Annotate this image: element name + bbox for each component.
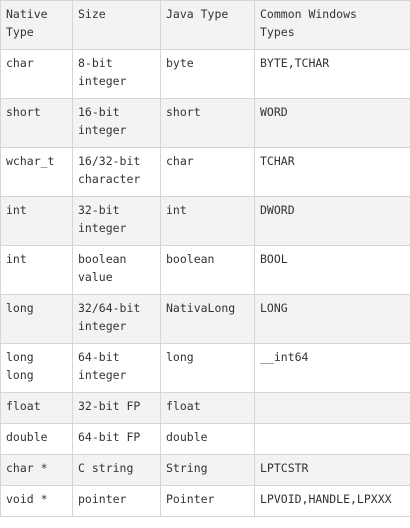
header-native-type: Native Type — [0, 0, 73, 50]
cell-size: 64-bit FP — [72, 423, 161, 455]
cell-native-type: void * — [0, 485, 73, 517]
cell-java-type: Pointer — [160, 485, 255, 517]
type-mapping-table: Native Type Size Java Type Common Windows… — [0, 0, 410, 517]
cell-size: 32-bit FP — [72, 392, 161, 424]
cell-windows-types: TCHAR — [254, 147, 410, 197]
cell-size: 16-bit integer — [72, 98, 161, 148]
cell-size: 64-bit integer — [72, 343, 161, 393]
cell-java-type: int — [160, 196, 255, 246]
cell-java-type: float — [160, 392, 255, 424]
header-size: Size — [72, 0, 161, 50]
table-row: float 32-bit FP float — [0, 392, 410, 424]
header-label: Java Type — [166, 7, 229, 21]
cell-windows-types: WORD — [254, 98, 410, 148]
table-row: short 16-bit integer short WORD — [0, 98, 410, 148]
cell-native-type: char — [0, 49, 73, 99]
cell-java-type: double — [160, 423, 255, 455]
header-label: Native Type — [6, 7, 48, 39]
table-row: char 8-bit integer byte BYTE,TCHAR — [0, 49, 410, 99]
header-label: Size — [78, 7, 106, 21]
table-row: wchar_t 16/32-bit character char TCHAR — [0, 147, 410, 197]
cell-native-type: long — [0, 294, 73, 344]
table-row: int boolean value boolean BOOL — [0, 245, 410, 295]
cell-java-type: long — [160, 343, 255, 393]
table-row: double 64-bit FP double — [0, 423, 410, 455]
cell-java-type: String — [160, 454, 255, 486]
header-windows-types: Common Windows Types — [254, 0, 410, 50]
cell-native-type: long long — [0, 343, 73, 393]
cell-size: 32/64-bit integer — [72, 294, 161, 344]
table-row: char * C string String LPTCSTR — [0, 454, 410, 486]
cell-native-type: char * — [0, 454, 73, 486]
cell-java-type: NativaLong — [160, 294, 255, 344]
cell-size: pointer — [72, 485, 161, 517]
cell-native-type: wchar_t — [0, 147, 73, 197]
cell-size: boolean value — [72, 245, 161, 295]
table-row: void * pointer Pointer LPVOID,HANDLE,LPX… — [0, 485, 410, 517]
cell-java-type: byte — [160, 49, 255, 99]
table-row: long long 64-bit integer long __int64 — [0, 343, 410, 393]
cell-windows-types: __int64 — [254, 343, 410, 393]
cell-size: 8-bit integer — [72, 49, 161, 99]
cell-windows-types — [254, 423, 410, 455]
cell-windows-types: BYTE,TCHAR — [254, 49, 410, 99]
cell-native-type: double — [0, 423, 73, 455]
cell-java-type: char — [160, 147, 255, 197]
header-label: Common Windows Types — [260, 7, 357, 39]
cell-size: 32-bit integer — [72, 196, 161, 246]
cell-size: 16/32-bit character — [72, 147, 161, 197]
header-java-type: Java Type — [160, 0, 255, 50]
cell-size: C string — [72, 454, 161, 486]
cell-java-type: short — [160, 98, 255, 148]
cell-windows-types: LPVOID,HANDLE,LPXXX — [254, 485, 410, 517]
cell-native-type: short — [0, 98, 73, 148]
cell-native-type: int — [0, 196, 73, 246]
cell-windows-types: DWORD — [254, 196, 410, 246]
cell-native-type: int — [0, 245, 73, 295]
table-header-row: Native Type Size Java Type Common Windows… — [0, 0, 410, 50]
cell-windows-types — [254, 392, 410, 424]
table-row: long 32/64-bit integer NativaLong LONG — [0, 294, 410, 344]
cell-native-type: float — [0, 392, 73, 424]
cell-windows-types: LONG — [254, 294, 410, 344]
cell-windows-types: BOOL — [254, 245, 410, 295]
table-row: int 32-bit integer int DWORD — [0, 196, 410, 246]
cell-windows-types: LPTCSTR — [254, 454, 410, 486]
cell-java-type: boolean — [160, 245, 255, 295]
